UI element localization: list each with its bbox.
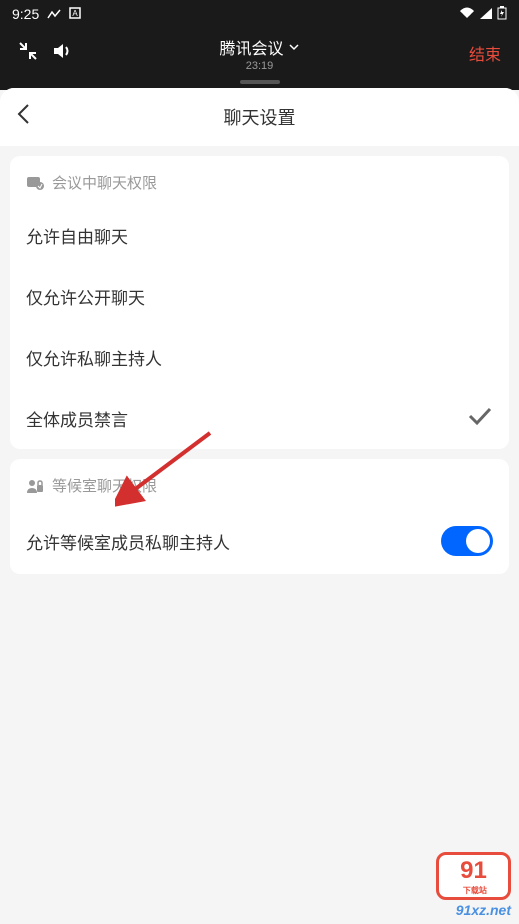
section-header-text-2: 等候室聊天权限 [52,475,157,496]
watermark-url: 91xz.net [436,902,511,918]
check-icon [467,406,493,431]
meeting-bar: 腾讯会议 23:19 结束 [0,28,519,78]
watermark-logo-sub: 下载站 [460,885,487,896]
option-free-chat[interactable]: 允许自由聊天 [26,205,493,266]
app-icon-1 [47,6,61,22]
status-right [459,6,507,23]
section-header-meeting: 会议中聊天权限 [26,156,493,205]
end-meeting-button[interactable]: 结束 [469,41,501,65]
meeting-controls-left [18,41,74,66]
option-mute-all[interactable]: 全体成员禁言 [26,388,493,449]
status-bar: 9:25 A [0,0,519,28]
back-button[interactable] [16,103,30,131]
status-left: 9:25 A [12,6,81,22]
meeting-info[interactable]: 腾讯会议 23:19 [219,35,299,72]
section-header-waiting: 等候室聊天权限 [26,459,493,508]
page-container: 聊天设置 会议中聊天权限 允许自由聊天 仅允许公开聊天 仅允许私聊主持人 全体成… [0,88,519,924]
signal-icon [479,6,493,22]
svg-text:A: A [73,9,79,18]
chevron-down-icon [288,43,300,51]
battery-icon [497,6,507,23]
page-title: 聊天设置 [224,104,296,130]
option-label: 允许自由聊天 [26,223,128,248]
waiting-room-icon [26,478,44,494]
option-label: 仅允许公开聊天 [26,284,145,309]
wifi-icon [459,6,475,22]
section-meeting-chat: 会议中聊天权限 允许自由聊天 仅允许公开聊天 仅允许私聊主持人 全体成员禁言 [10,156,509,449]
toggle-waiting-room-pm[interactable] [441,526,493,556]
page-header: 聊天设置 [0,88,519,146]
watermark-logo: 91 下载站 [436,852,511,900]
option-label: 全体成员禁言 [26,406,128,431]
option-label: 仅允许私聊主持人 [26,345,162,370]
section-waiting-room-chat: 等候室聊天权限 允许等候室成员私聊主持人 [10,459,509,574]
status-time: 9:25 [12,6,39,22]
chat-permission-icon [26,175,44,191]
minimize-icon[interactable] [18,41,38,66]
meeting-duration: 23:19 [219,60,299,72]
option-label: 允许等候室成员私聊主持人 [26,529,230,554]
speaker-icon[interactable] [52,42,74,65]
watermark: 91 下载站 91xz.net [436,852,511,918]
option-public-only[interactable]: 仅允许公开聊天 [26,266,493,327]
section-header-text-1: 会议中聊天权限 [52,172,157,193]
app-icon-2: A [69,6,81,22]
option-host-only[interactable]: 仅允许私聊主持人 [26,327,493,388]
drag-indicator[interactable] [240,80,280,84]
toggle-knob [466,529,490,553]
watermark-logo-text: 91 [460,857,487,885]
option-waiting-room-pm: 允许等候室成员私聊主持人 [26,508,493,574]
meeting-title-text: 腾讯会议 [219,35,283,59]
